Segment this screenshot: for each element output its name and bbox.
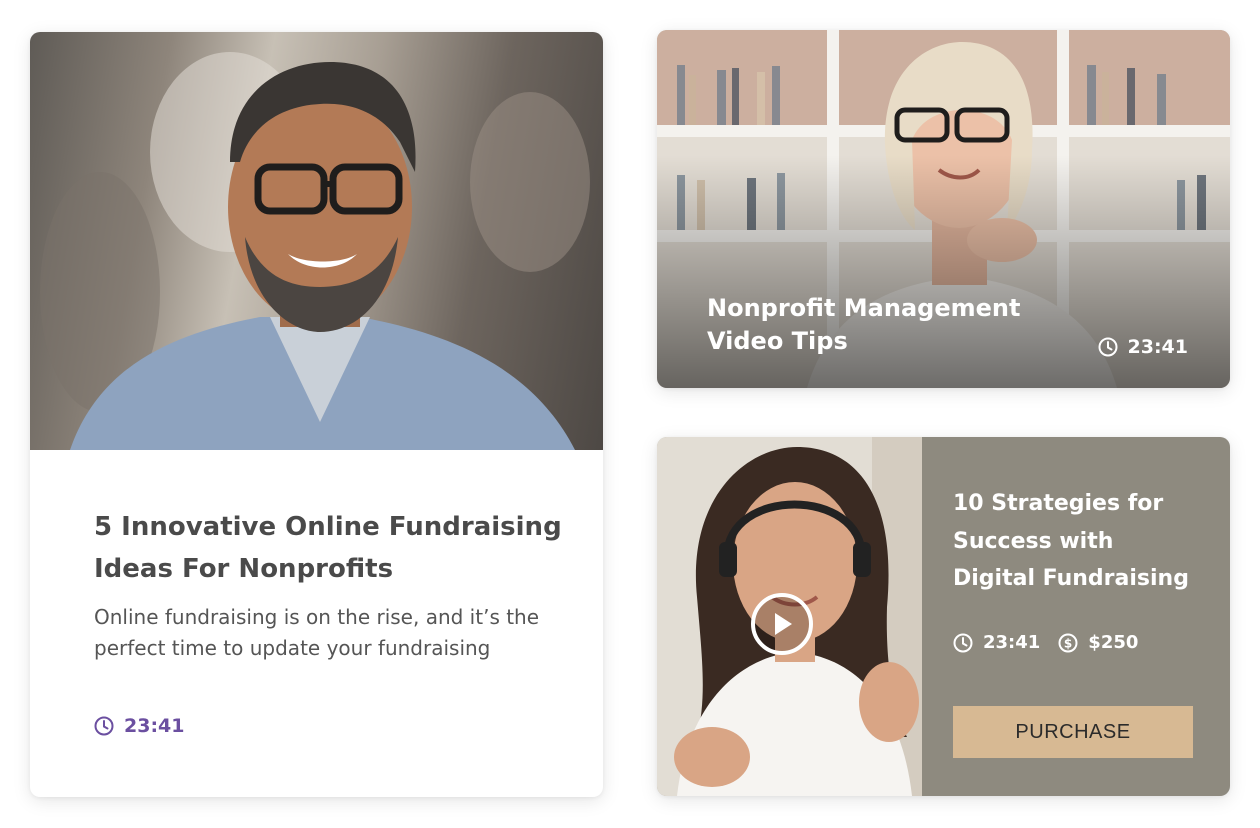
duration-text: 23:41 [983, 632, 1041, 653]
duration-text: 23:41 [1127, 336, 1188, 358]
duration-info: 23:41 [953, 632, 1040, 653]
price-info: $ $250 [1058, 632, 1138, 653]
presenter-photo-woman-headset [657, 437, 922, 796]
article-description: Online fundraising is on the rise, and i… [94, 605, 540, 660]
clock-icon [953, 633, 973, 652]
course-card[interactable]: 10 Strategies for Success with Digital F… [657, 437, 1230, 796]
clock-icon [94, 716, 114, 736]
presenter-photo-man [30, 32, 603, 450]
play-icon [775, 613, 792, 635]
video-title[interactable]: Nonprofit Management Video Tips [707, 292, 1047, 358]
dollar-icon: $ [1058, 633, 1078, 652]
article-card[interactable]: 5 Innovative Online Fundraising Ideas Fo… [30, 32, 603, 797]
course-info: 10 Strategies for Success with Digital F… [953, 437, 1203, 796]
svg-text:$: $ [1064, 636, 1072, 650]
play-button[interactable] [751, 593, 813, 655]
duration-info: 23:41 [1098, 336, 1188, 358]
price-text: $250 [1088, 632, 1139, 653]
duration-text: 23:41 [124, 715, 185, 737]
course-title[interactable]: 10 Strategies for Success with Digital F… [953, 485, 1203, 598]
article-title[interactable]: 5 Innovative Online Fundraising Ideas Fo… [94, 506, 564, 590]
course-meta: 23:41 $ $250 [953, 632, 1156, 653]
duration-info: 23:41 [94, 715, 184, 737]
clock-icon [1098, 337, 1118, 357]
video-card[interactable]: Nonprofit Management Video Tips 23:41 [657, 30, 1230, 388]
purchase-button[interactable]: PURCHASE [953, 706, 1193, 758]
